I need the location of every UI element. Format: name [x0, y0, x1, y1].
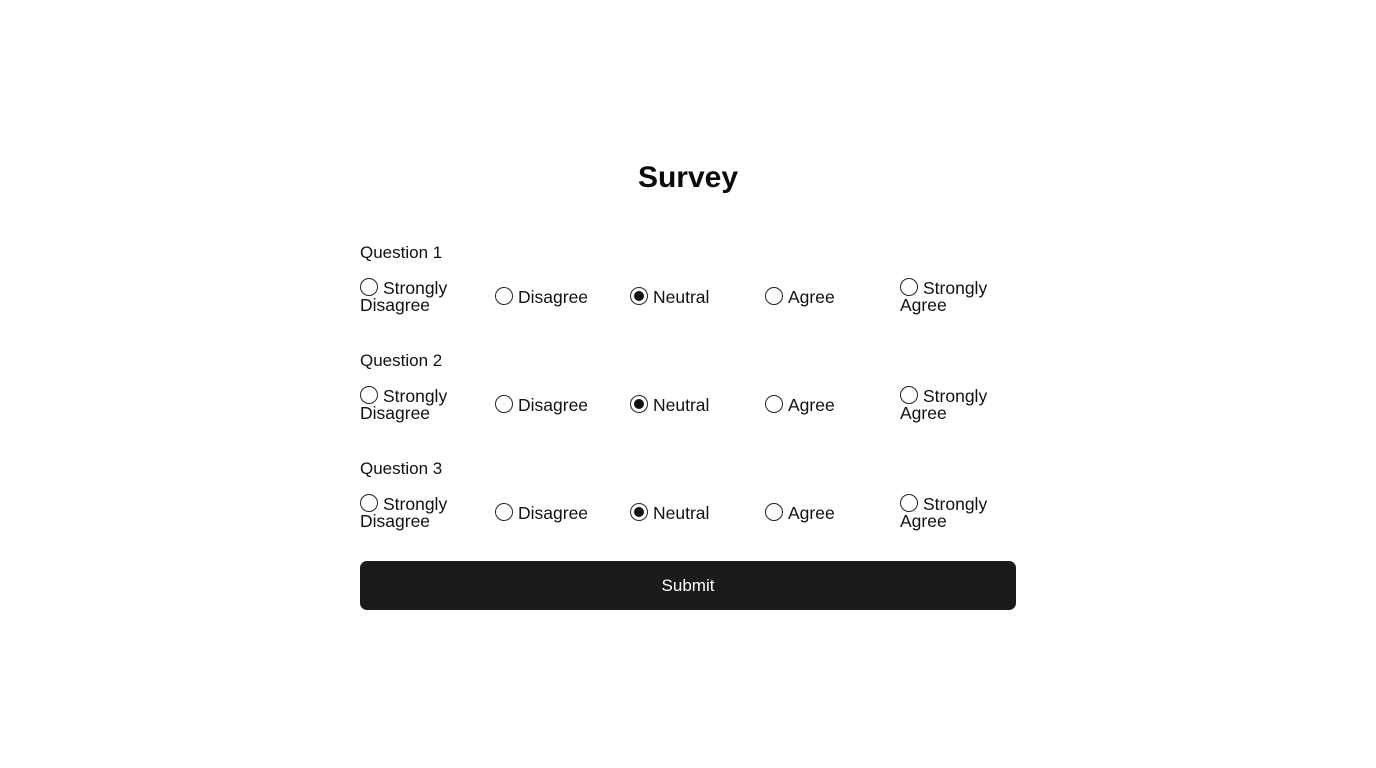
radio-group: Strongly Disagree Disagree Neutral Agree Str… [360, 384, 1016, 424]
option-disagree[interactable]: Disagree [495, 502, 615, 523]
question-label: Question 2 [360, 351, 443, 370]
radio-button[interactable] [765, 502, 783, 521]
option-label: Agree [788, 394, 835, 415]
question-2: Question 2 Strongly Disagree Disagree Neutr… [360, 350, 1016, 424]
question-label: Question 1 [360, 243, 443, 262]
option-strongly-disagree[interactable]: Strongly Disagree [360, 278, 480, 314]
radio-button[interactable] [765, 286, 783, 305]
question-3: Question 3 Strongly Disagree Disagree Neutr… [360, 458, 1016, 532]
radio-button[interactable] [765, 394, 783, 413]
survey-form: Survey Question 1 Strongly Disagree Disagr… [360, 158, 1016, 610]
radio-button[interactable] [900, 386, 918, 404]
radio-button[interactable] [900, 494, 918, 512]
option-label: Agree [788, 286, 835, 307]
option-label: Disagree [518, 394, 589, 415]
option-strongly-agree[interactable]: Strongly Agree [900, 386, 1020, 422]
option-strongly-disagree[interactable]: Strongly Disagree [360, 386, 480, 422]
option-neutral[interactable]: Neutral [630, 286, 750, 307]
radio-button[interactable] [630, 394, 648, 413]
radio-button[interactable] [495, 286, 513, 305]
radio-button[interactable] [360, 278, 378, 296]
radio-button[interactable] [360, 494, 378, 512]
option-disagree[interactable]: Disagree [495, 286, 615, 307]
option-label: Neutral [653, 502, 710, 523]
option-strongly-agree[interactable]: Strongly Agree [900, 278, 1020, 314]
option-neutral[interactable]: Neutral [630, 394, 750, 415]
radio-button[interactable] [630, 502, 648, 521]
page-title: Survey [637, 161, 739, 194]
radio-group: Strongly Disagree Disagree Neutral Agree Str… [360, 276, 1016, 316]
option-strongly-disagree[interactable]: Strongly Disagree [360, 494, 480, 530]
radio-button[interactable] [360, 386, 378, 404]
option-label: Disagree [518, 286, 589, 307]
option-label: Disagree [518, 502, 589, 523]
radio-button[interactable] [495, 502, 513, 521]
option-strongly-agree[interactable]: Strongly Agree [900, 494, 1020, 530]
radio-group: Strongly Disagree Disagree Neutral Agree Str… [360, 492, 1016, 532]
option-agree[interactable]: Agree [765, 502, 885, 523]
option-neutral[interactable]: Neutral [630, 502, 750, 523]
question-1: Question 1 Strongly Disagree Disagree Neutr… [360, 242, 1016, 316]
submit-button[interactable]: Submit [360, 561, 1016, 610]
radio-button[interactable] [495, 394, 513, 413]
option-label: Agree [788, 502, 835, 523]
option-agree[interactable]: Agree [765, 286, 885, 307]
radio-button[interactable] [900, 278, 918, 296]
option-agree[interactable]: Agree [765, 394, 885, 415]
option-label: Neutral [653, 394, 710, 415]
option-disagree[interactable]: Disagree [495, 394, 615, 415]
question-label: Question 3 [360, 459, 443, 478]
radio-button[interactable] [630, 286, 648, 305]
option-label: Neutral [653, 286, 710, 307]
